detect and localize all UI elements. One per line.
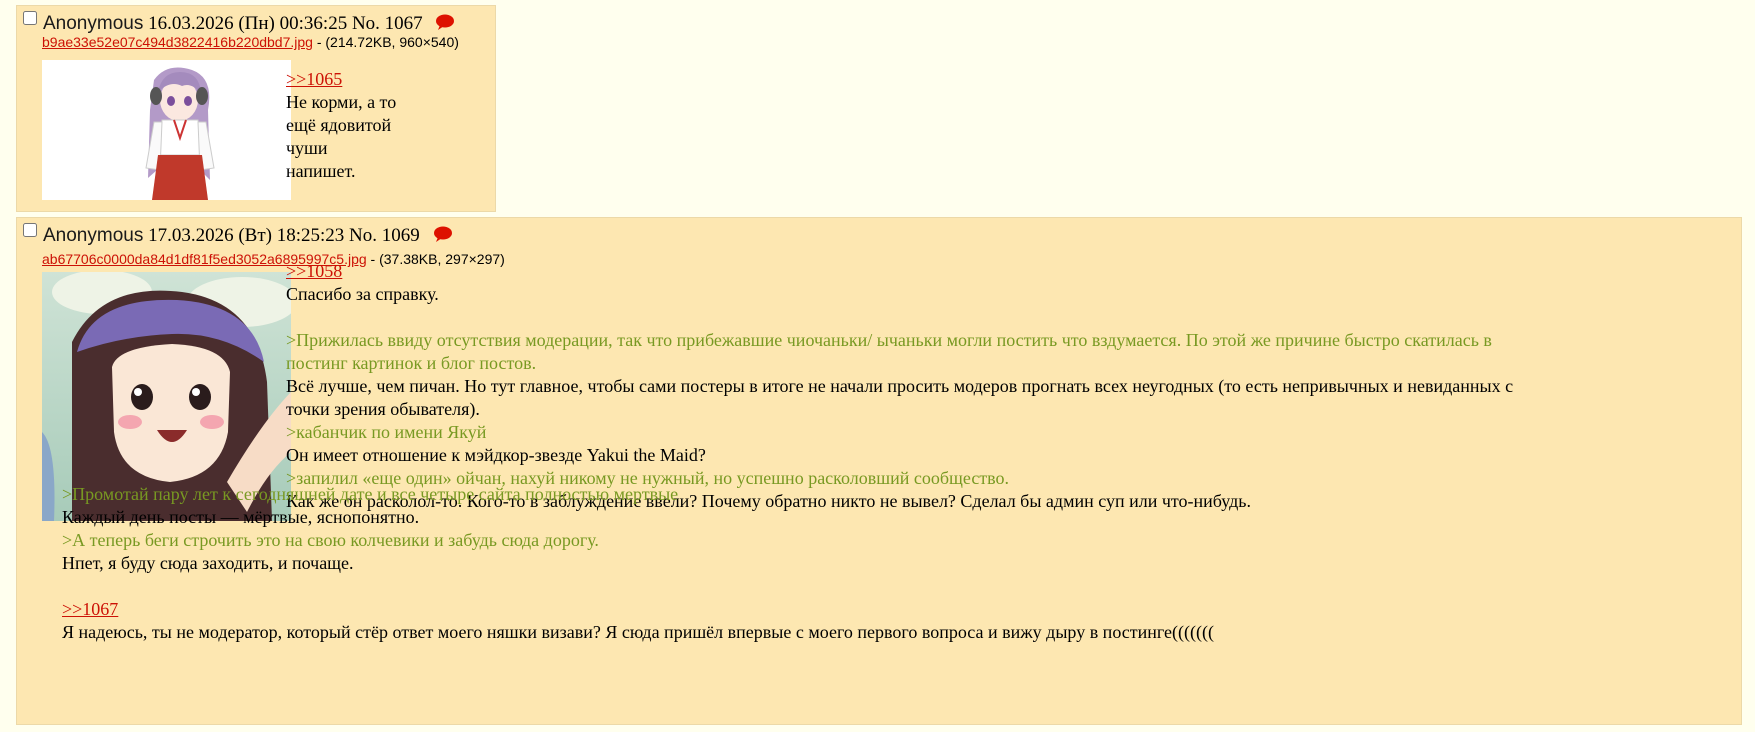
- post-body-lower: >Промотай пару лет к сегодняшней дате и …: [62, 483, 1722, 644]
- greentext-line: постинг картинок и блог постов.: [286, 353, 537, 373]
- greentext-line: >Прижилась ввиду отсутствия модерации, т…: [286, 330, 1492, 350]
- post-date: 17.03.2026 (Вт) 18:25:23: [148, 225, 345, 246]
- body-line: точки зрения обывателя).: [286, 399, 480, 419]
- post-header: Anonymous 17.03.2026 (Вт) 18:25:23 No. 1…: [23, 221, 453, 251]
- body-line: Не корми, а то: [286, 92, 397, 112]
- post-date: 16.03.2026 (Пн) 00:36:25: [148, 13, 348, 34]
- quote-link[interactable]: >>1065: [286, 69, 342, 89]
- post-1069: Anonymous 17.03.2026 (Вт) 18:25:23 No. 1…: [16, 217, 1742, 725]
- body-line: Он имеет отношение к мэйдкор-звезде Yaku…: [286, 445, 706, 465]
- thumbnail-image[interactable]: [42, 60, 291, 200]
- file-info: b9ae33e52e07c494d3822416b220dbd7.jpg - (…: [42, 34, 459, 50]
- poster-name: Anonymous: [43, 13, 144, 34]
- body-line: Нпет, я буду сюда заходить, и почаще.: [62, 553, 354, 573]
- post-number[interactable]: No. 1069: [349, 225, 420, 246]
- post-body-upper: >>1058 Спасибо за справку. >Прижилась вв…: [286, 260, 1726, 513]
- quote-link[interactable]: >>1067: [62, 599, 118, 619]
- reply-bubble-icon[interactable]: [435, 14, 455, 30]
- body-line: чуши: [286, 138, 328, 158]
- anime-girl-thumbnail-icon: [42, 60, 291, 200]
- body-line: напишет.: [286, 161, 356, 181]
- body-line: Всё лучше, чем пичан. Но тут главное, чт…: [286, 376, 1514, 396]
- greentext-line: >А теперь беги строчить это на свою колч…: [62, 530, 599, 550]
- body-line: Я надеюсь, ты не модератор, который стёр…: [62, 622, 1214, 642]
- file-link[interactable]: b9ae33e52e07c494d3822416b220dbd7.jpg: [42, 34, 313, 50]
- post-select-checkbox[interactable]: [23, 11, 37, 25]
- post-select-checkbox[interactable]: [23, 223, 37, 237]
- body-line: Каждый день посты — мёртвые, яснопонятно…: [62, 507, 420, 527]
- body-line: Спасибо за справку.: [286, 284, 439, 304]
- post-number[interactable]: No. 1067: [352, 13, 423, 34]
- quote-link[interactable]: >>1058: [286, 261, 342, 281]
- body-line: ещё ядовитой: [286, 115, 392, 135]
- post-body: >>1065 Не корми, а то ещё ядовитой чуши …: [286, 68, 486, 183]
- reply-bubble-icon[interactable]: [433, 226, 453, 242]
- post-1067: Anonymous 16.03.2026 (Пн) 00:36:25 No. 1…: [16, 5, 496, 212]
- poster-name: Anonymous: [43, 225, 144, 246]
- file-meta: - (214.72KB, 960×540): [312, 34, 459, 50]
- greentext-line: >Промотай пару лет к сегодняшней дате и …: [62, 484, 679, 504]
- greentext-line: >кабанчик по имени Якуй: [286, 422, 487, 442]
